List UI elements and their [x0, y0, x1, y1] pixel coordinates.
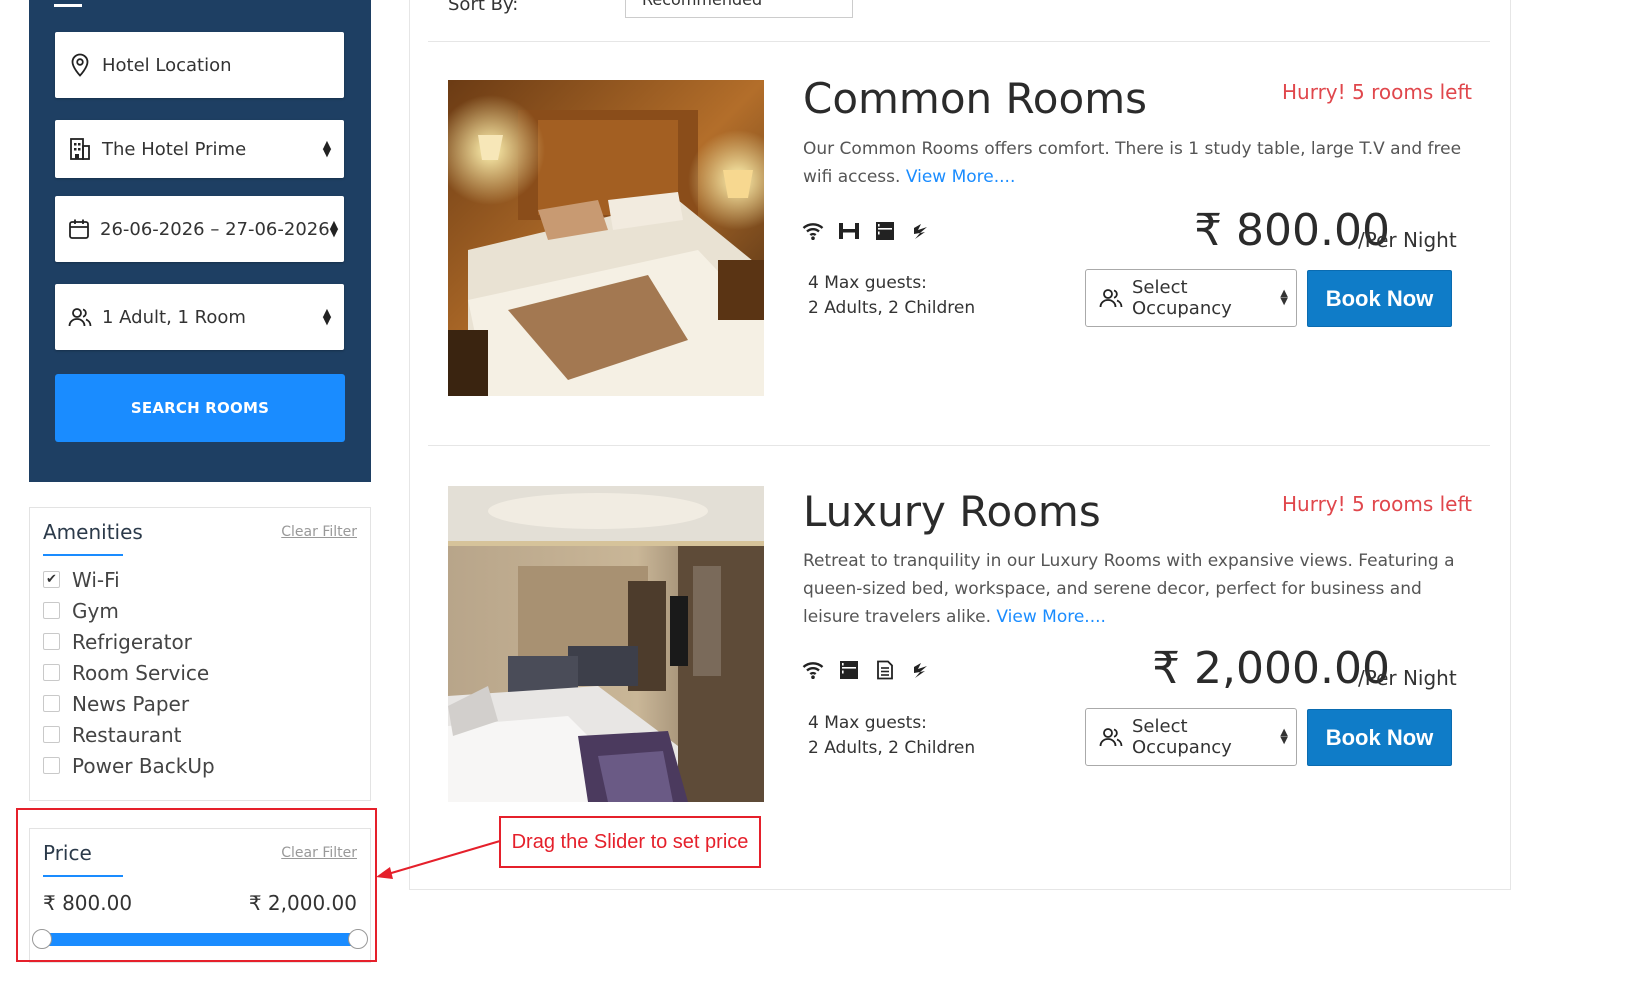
guest-info-common: 4 Max guests: 2 Adults, 2 Children	[808, 271, 975, 321]
amenities-list: ✔ Wi-Fi Gym Refrigerator Room Service New…	[43, 564, 215, 781]
description-text: Retreat to tranquility in our Luxury Roo…	[803, 551, 1455, 627]
calendar-icon	[68, 217, 90, 241]
select-occupancy-label: Select Occupancy	[1132, 277, 1232, 319]
amenity-label: Gym	[72, 598, 119, 623]
checkbox[interactable]	[43, 726, 60, 743]
search-rooms-button[interactable]: SEARCH ROOMS	[55, 374, 345, 442]
checkbox[interactable]	[43, 602, 60, 619]
per-night-luxury: /Per Night	[1358, 666, 1457, 690]
users-icon	[68, 305, 92, 329]
room-amenity-icons-common	[801, 219, 933, 243]
map-pin-icon	[68, 53, 92, 77]
checkbox[interactable]	[43, 695, 60, 712]
checkbox[interactable]	[43, 664, 60, 681]
occupancy-field[interactable]: 1 Adult, 1 Room ▲ ▼	[55, 284, 344, 350]
checkbox[interactable]	[43, 633, 60, 650]
amenity-label: Power BackUp	[72, 753, 215, 778]
max-guests: 4 Max guests:	[808, 713, 927, 733]
book-now-button[interactable]: Book Now	[1307, 709, 1452, 766]
amenity-refrigerator[interactable]: Refrigerator	[43, 626, 215, 657]
power-backup-icon	[909, 658, 933, 682]
amenity-label: News Paper	[72, 691, 190, 716]
date-range-value: 26-06-2026 – 27-06-2026	[100, 219, 330, 240]
hotel-select[interactable]: The Hotel Prime ▲ ▼	[55, 120, 344, 178]
amenity-room-service[interactable]: Room Service	[43, 657, 215, 688]
view-more-link[interactable]: View More....	[996, 607, 1106, 627]
guest-detail: 2 Adults, 2 Children	[808, 738, 976, 758]
divider	[428, 41, 1490, 42]
room-amenity-icons-luxury	[801, 658, 933, 682]
room-title-luxury: Luxury Rooms	[803, 487, 1101, 536]
amenity-wifi[interactable]: ✔ Wi-Fi	[43, 564, 215, 595]
check-in-date: 26-06-2026	[100, 218, 205, 240]
room-description-common: Our Common Rooms offers comfort. There i…	[803, 135, 1463, 191]
refrigerator-icon	[837, 658, 861, 682]
amenity-restaurant[interactable]: Restaurant	[43, 719, 215, 750]
date-separator: –	[210, 218, 220, 240]
amenities-title: Amenities	[43, 520, 143, 544]
amenities-clear-filter[interactable]: Clear Filter	[281, 524, 357, 540]
users-icon	[1098, 724, 1124, 750]
amenity-label: Wi-Fi	[72, 567, 120, 592]
callout-arrow-icon	[376, 840, 501, 879]
amenity-gym[interactable]: Gym	[43, 595, 215, 626]
select-occupancy-common[interactable]: Select Occupancy ▲ ▼	[1085, 269, 1297, 327]
hotel-location-field[interactable]: Hotel Location	[55, 32, 344, 98]
guest-info-luxury: 4 Max guests: 2 Adults, 2 Children	[808, 711, 975, 761]
building-icon	[68, 137, 92, 161]
price-highlight-frame	[16, 808, 377, 962]
amenity-label: Restaurant	[72, 722, 182, 747]
users-icon	[1098, 285, 1124, 311]
price-block-luxury: ₹ 2,000.00	[1152, 643, 1390, 694]
refrigerator-icon	[873, 219, 897, 243]
guest-detail: 2 Adults, 2 Children	[808, 298, 976, 318]
sort-arrows-icon: ▲ ▼	[322, 306, 332, 327]
max-guests: 4 Max guests:	[808, 273, 927, 293]
amenities-filter: Amenities Clear Filter ✔ Wi-Fi Gym Refrig…	[29, 507, 371, 801]
occupancy-value: 1 Adult, 1 Room	[102, 306, 246, 328]
room-image-luxury[interactable]	[448, 486, 764, 802]
sort-arrows-icon: ▲ ▼	[1280, 288, 1288, 307]
select-occupancy-luxury[interactable]: Select Occupancy ▲ ▼	[1085, 708, 1297, 766]
sort-arrows-icon: ▲ ▼	[322, 138, 332, 159]
checkbox-checked[interactable]: ✔	[43, 571, 60, 588]
room-title-common: Common Rooms	[803, 74, 1147, 123]
wifi-icon	[801, 658, 825, 682]
amenities-underline	[43, 554, 123, 556]
amenity-label: Refrigerator	[72, 629, 192, 654]
amenity-news-paper[interactable]: News Paper	[43, 688, 215, 719]
book-now-button[interactable]: Book Now	[1307, 270, 1452, 327]
room-description-luxury: Retreat to tranquility in our Luxury Roo…	[803, 547, 1473, 631]
view-more-link[interactable]: View More....	[906, 167, 1016, 187]
panel-divider	[54, 4, 82, 7]
room-price-luxury: ₹ 2,000.00	[1152, 643, 1390, 694]
check-out-date: 27-06-2026	[225, 218, 330, 240]
power-backup-icon	[909, 219, 933, 243]
divider	[428, 445, 1490, 446]
description-text: Our Common Rooms offers comfort. There i…	[803, 139, 1462, 187]
amenity-power-backup[interactable]: Power BackUp	[43, 750, 215, 781]
room-image-common[interactable]	[448, 80, 764, 396]
select-occupancy-label: Select Occupancy	[1132, 716, 1232, 758]
sort-by-label: Sort By:	[448, 0, 519, 15]
wifi-icon	[801, 219, 825, 243]
amenity-label: Room Service	[72, 660, 210, 685]
availability-luxury: Hurry! 5 rooms left	[1281, 492, 1472, 516]
slider-callout: Drag the Slider to set price	[499, 816, 761, 868]
sort-arrows-icon: ▲ ▼	[1280, 727, 1288, 746]
gym-icon	[837, 219, 861, 243]
hotel-location-placeholder: Hotel Location	[102, 54, 232, 76]
hotel-select-value: The Hotel Prime	[102, 138, 247, 160]
date-range-field[interactable]: 26-06-2026 – 27-06-2026 ▲ ▼	[55, 196, 344, 262]
news-paper-icon	[873, 658, 897, 682]
availability-common: Hurry! 5 rooms left	[1281, 80, 1472, 104]
sort-arrows-icon: ▲ ▼	[329, 218, 339, 239]
per-night-common: /Per Night	[1358, 228, 1457, 252]
sort-by-select[interactable]: Recommended	[625, 0, 853, 18]
checkbox[interactable]	[43, 757, 60, 774]
